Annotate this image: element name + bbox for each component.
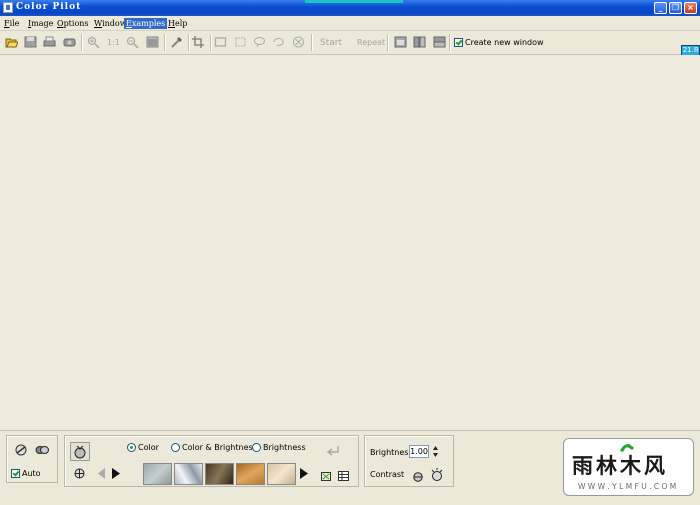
menu-examples[interactable]: Examples (124, 18, 168, 29)
auto-checkbox[interactable] (11, 469, 20, 478)
variant-thumb[interactable] (143, 463, 172, 485)
globe-icon[interactable] (74, 468, 85, 479)
watermark-logo: 雨林木风 W W W . Y L M F U . C O M (563, 438, 694, 496)
toolbar: 1:1 Start Repeat Create new window (0, 31, 700, 55)
toolbar-separator (449, 34, 451, 51)
auto-group: Auto (6, 435, 58, 483)
prev-light-arrow-icon[interactable] (98, 468, 106, 479)
open-folder-icon[interactable] (5, 36, 18, 48)
menu-bar: File Image Options Window Examples Help (0, 17, 700, 31)
variant-thumb[interactable] (267, 463, 296, 485)
mode-color-brightness-radio[interactable] (171, 443, 180, 452)
print-icon[interactable] (43, 36, 56, 48)
rect-select-icon[interactable] (214, 36, 227, 48)
free-select-icon[interactable] (272, 36, 285, 48)
mode-color-brightness-label: Color & Brightness (182, 443, 257, 452)
variant-thumb[interactable] (236, 463, 265, 485)
restore-button[interactable]: ❐ (669, 2, 682, 14)
toolbar-separator (164, 34, 166, 51)
zoom-in-icon[interactable] (87, 36, 100, 48)
correction-group: Color Color & Brightness Brightness (64, 435, 359, 487)
tile-view-icon[interactable] (433, 36, 446, 48)
window-layout-icon[interactable] (394, 36, 407, 48)
brightness-input[interactable]: 1.00 (409, 445, 429, 458)
crop-icon[interactable] (192, 36, 205, 48)
mode-color-label: Color (138, 443, 159, 452)
mode-brightness-label: Brightness (263, 443, 306, 452)
square-select-icon[interactable] (234, 36, 247, 48)
app-icon (3, 2, 13, 13)
brightness-label: Brightness (370, 448, 413, 457)
menu-image[interactable]: Image (26, 18, 55, 29)
variant-thumb[interactable] (174, 463, 203, 485)
toolbar-separator (81, 34, 83, 51)
close-button[interactable]: × (684, 2, 697, 14)
next-arrow-icon[interactable] (300, 468, 308, 479)
eyedropper-icon[interactable] (170, 36, 183, 48)
variant-thumb[interactable] (205, 463, 234, 485)
save-icon[interactable] (24, 36, 37, 48)
clear-selection-icon[interactable] (292, 36, 305, 48)
brightness-contrast-group: Brightness 1.00 Contrast (364, 435, 454, 487)
brightness-spinner-icon[interactable] (432, 445, 439, 458)
prev-arrow-icon[interactable] (112, 468, 120, 479)
actual-size-button[interactable]: 1:1 (107, 38, 120, 47)
menu-help[interactable]: Help (166, 18, 189, 29)
compare-view-icon[interactable] (413, 36, 426, 48)
title-bar: Color Pilot _ ❐ × (0, 0, 700, 16)
toolbar-separator (210, 34, 212, 51)
mode-brightness-radio[interactable] (252, 443, 261, 452)
create-new-window-checkbox[interactable] (454, 38, 463, 47)
start-button[interactable]: Start (320, 38, 342, 48)
svg-text:W W W . Y L M F U . C O M: W W W . Y L M F U . C O M (578, 482, 676, 491)
lasso-select-icon[interactable] (253, 36, 266, 48)
fit-window-icon[interactable] (146, 36, 159, 48)
svg-text:雨林木风: 雨林木风 (572, 454, 668, 478)
mode-color-radio[interactable] (127, 443, 136, 452)
contrast-increase-icon[interactable] (430, 468, 444, 482)
undo-arrow-icon[interactable] (325, 445, 341, 459)
contrast-decrease-icon[interactable] (413, 472, 423, 482)
variant-grid-icon[interactable] (338, 471, 349, 481)
compare-variants-icon[interactable] (321, 472, 331, 481)
minimize-button[interactable]: _ (654, 2, 667, 14)
menu-options[interactable]: Options (55, 18, 91, 29)
original-view-icon[interactable] (70, 442, 90, 461)
contrast-label: Contrast (370, 470, 405, 479)
create-new-window-label: Create new window (465, 38, 544, 47)
toolbar-separator (188, 34, 190, 51)
window-title: Color Pilot (16, 2, 82, 12)
auto-correct-icon[interactable] (14, 444, 28, 456)
watermark-logo-graphic: 雨林木风 W W W . Y L M F U . C O M (572, 444, 676, 491)
auto-label: Auto (22, 469, 41, 478)
image-canvas[interactable] (0, 55, 700, 430)
zoom-out-icon[interactable] (126, 36, 139, 48)
scan-icon[interactable] (63, 36, 76, 48)
toolbar-separator (387, 34, 389, 51)
repeat-button[interactable]: Repeat (357, 38, 385, 47)
menu-file[interactable]: File (2, 18, 21, 29)
title-bar-highlight (305, 0, 403, 3)
toolbar-separator (311, 34, 313, 51)
auto-balance-icon[interactable] (35, 444, 49, 456)
